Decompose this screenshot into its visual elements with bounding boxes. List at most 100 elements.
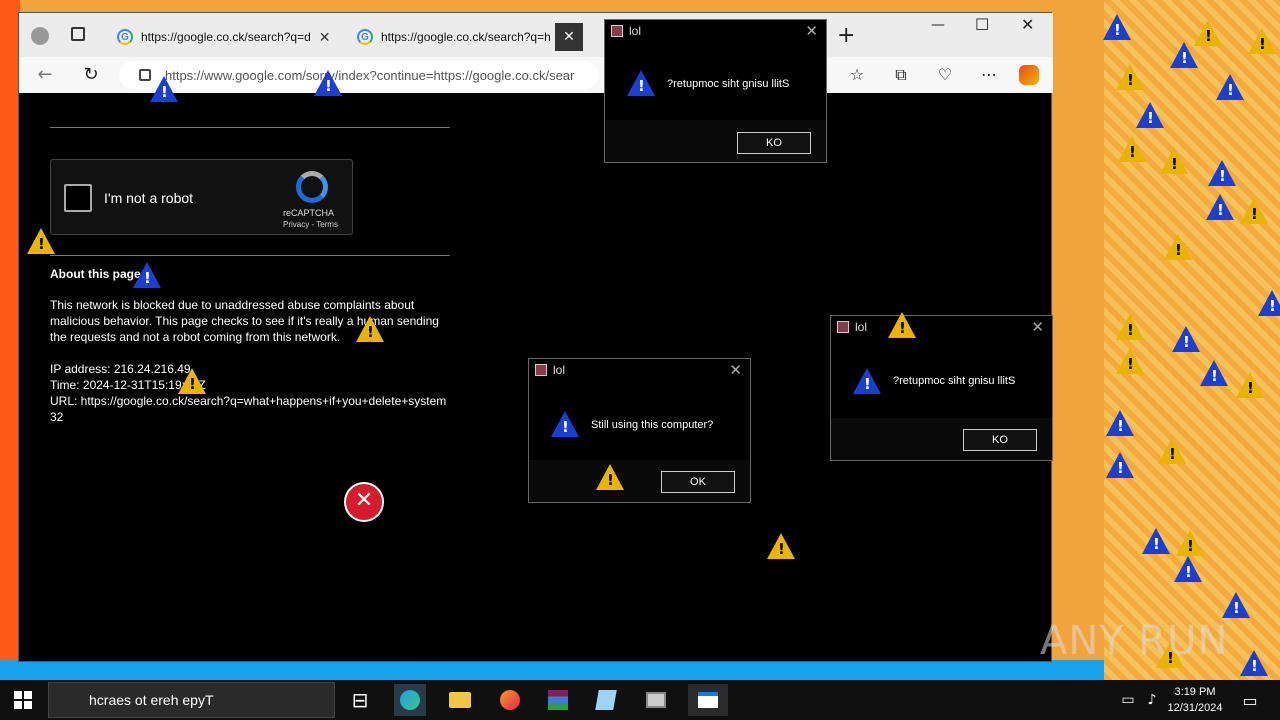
warning-icon: [627, 70, 655, 96]
warning-icon: [1118, 136, 1146, 162]
address-bar[interactable]: https://www.google.com/sorry/index?conti…: [119, 61, 599, 89]
warning-icon: [1200, 360, 1228, 386]
app-icon: [837, 321, 849, 333]
tab-bar: G https://google.co.ck/search?q=d ✕ G ht…: [19, 13, 1053, 57]
copilot-icon[interactable]: [1019, 65, 1039, 85]
dialog-ok-button[interactable]: KO: [963, 429, 1037, 451]
captcha-checkbox[interactable]: [64, 184, 92, 212]
divider: [50, 255, 450, 256]
tab-2[interactable]: G https://google.co.ck/search?q=h: [347, 21, 557, 53]
clock-date: 12/31/2024: [1167, 702, 1223, 714]
anyrun-watermark: ANY RUN: [1040, 618, 1229, 664]
profile-icon[interactable]: [31, 27, 49, 45]
tab-label: https://google.co.ck/search?q=h: [381, 30, 551, 44]
recaptcha-links[interactable]: Privacy - Terms: [283, 220, 338, 229]
edge-icon[interactable]: [394, 684, 426, 716]
close-window-button[interactable]: ✕: [1021, 15, 1034, 34]
notepad-icon[interactable]: [590, 684, 622, 716]
file-explorer-icon[interactable]: [444, 684, 476, 716]
notifications-icon[interactable]: ▭: [1234, 684, 1266, 716]
favorites-icon[interactable]: ☆: [845, 63, 869, 87]
app-icon: [535, 364, 547, 376]
dialog-message: Still using this computer?: [591, 419, 714, 431]
maximize-button[interactable]: ☐: [975, 15, 989, 34]
warning-icon: [1116, 64, 1144, 90]
desktop-background-left: [0, 0, 20, 680]
warning-icon: [314, 70, 342, 96]
warning-icon: [1170, 42, 1198, 68]
warning-icon: [1240, 198, 1268, 224]
warning-icon: [1236, 372, 1264, 398]
windows-logo-icon: [14, 691, 32, 709]
warning-icon: [1208, 160, 1236, 186]
about-heading: About this page: [50, 267, 141, 281]
warning-icon: [1116, 348, 1144, 374]
browser-essentials-icon[interactable]: ♡: [933, 63, 957, 87]
active-app-icon[interactable]: [688, 684, 728, 716]
dialog-title: lol: [535, 363, 565, 377]
dialog-message: ?retupmoc siht gnisu llitS: [893, 375, 1016, 387]
tab-actions-icon[interactable]: [71, 27, 85, 41]
warning-icon: [1158, 438, 1186, 464]
google-favicon-icon: G: [117, 29, 133, 45]
minimize-button[interactable]: —: [931, 17, 945, 33]
divider: [50, 127, 450, 128]
dialog-ok-button[interactable]: OK: [661, 471, 735, 493]
message-dialog: lol ✕ ?retupmoc siht gnisu llitS KO: [604, 19, 827, 163]
warning-icon: [150, 76, 178, 102]
warning-icon: [1174, 556, 1202, 582]
dialog-close-icon[interactable]: ✕: [1031, 318, 1044, 336]
taskbar-search-box[interactable]: hcraes ot ereh epyT: [48, 682, 335, 718]
timestamp: Time: 2024-12-31T15:19:22Z: [50, 378, 206, 392]
tab-2-close-button[interactable]: ✕: [555, 23, 583, 51]
warning-icon: [1216, 74, 1244, 100]
app-icon[interactable]: [640, 684, 672, 716]
system-clock[interactable]: 3:19 PM 12/31/2024: [1160, 684, 1230, 716]
recaptcha-widget: I'm not a robot reCAPTCHA Privacy - Term…: [50, 159, 353, 235]
dialog-ok-button[interactable]: KO: [737, 132, 811, 154]
task-view-icon[interactable]: ⊟: [344, 684, 376, 716]
warning-icon: [551, 411, 579, 437]
start-button[interactable]: [0, 680, 46, 720]
message-dialog: lol ✕ ?retupmoc siht gnisu llitS KO: [830, 315, 1053, 461]
dialog-close-icon[interactable]: ✕: [805, 22, 818, 40]
warning-icon: [1206, 194, 1234, 220]
address-text: https://www.google.com/sorry/index?conti…: [165, 67, 575, 83]
dialog-message: ?retupmoc siht gnisu llitS: [667, 78, 790, 90]
taskbar: hcraes ot ereh epyT ⊟ ▭ ♪ 3:19 PM 12/31/…: [0, 680, 1280, 720]
tab-close-icon[interactable]: ✕: [319, 29, 331, 46]
warning-icon: [853, 368, 881, 394]
warning-icon: [27, 228, 55, 254]
warning-icon: [356, 316, 384, 342]
warning-icon: [1106, 452, 1134, 478]
back-icon[interactable]: ←: [33, 63, 57, 87]
warning-icon: [1106, 410, 1134, 436]
warning-icon: [1248, 28, 1276, 54]
request-url: URL: https://google.co.ck/search?q=what+…: [50, 394, 447, 424]
app-icon: [611, 25, 623, 37]
warning-icon: [1258, 290, 1280, 316]
collections-icon[interactable]: ⧉: [889, 63, 913, 87]
warning-icon: [1240, 650, 1268, 676]
desktop-strip: [0, 660, 1104, 680]
more-options-icon[interactable]: ⋯: [977, 63, 1001, 87]
warning-icon: [1142, 528, 1170, 554]
warning-icon: [888, 312, 916, 338]
captcha-label: I'm not a robot: [104, 190, 194, 206]
new-tab-button[interactable]: +: [837, 23, 855, 48]
dialog-close-icon[interactable]: ✕: [729, 361, 742, 379]
dialog-title: lol: [837, 320, 867, 334]
warning-icon: [178, 368, 206, 394]
winrar-icon[interactable]: [542, 684, 574, 716]
recaptcha-brand: reCAPTCHA: [283, 208, 335, 218]
refresh-icon[interactable]: ↻: [79, 63, 103, 87]
warning-icon: [1194, 20, 1222, 46]
firefox-icon[interactable]: [494, 684, 526, 716]
block-explanation: This network is blocked due to unaddress…: [50, 298, 439, 344]
search-placeholder: hcraes ot ereh epyT: [89, 692, 214, 708]
google-favicon-icon: G: [357, 29, 373, 45]
tab-1[interactable]: G https://google.co.ck/search?q=d ✕: [107, 21, 347, 53]
tab-label: https://google.co.ck/search?q=d: [141, 30, 311, 44]
warning-icon: [1136, 102, 1164, 128]
message-dialog: lol ✕ Still using this computer? OK: [528, 358, 751, 503]
